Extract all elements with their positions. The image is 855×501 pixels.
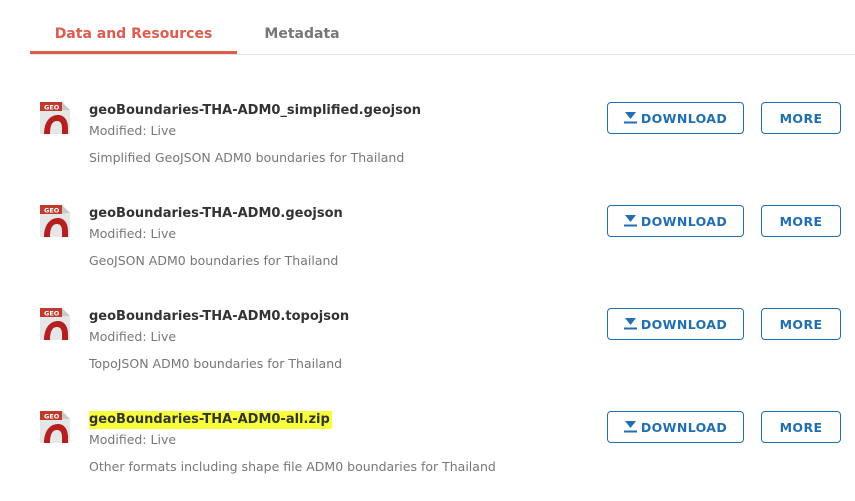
resource-description: Simplified GeoJSON ADM0 boundaries for T… <box>89 150 405 165</box>
download-button[interactable]: DOWNLOAD <box>607 102 744 134</box>
more-button[interactable]: MORE <box>761 102 841 134</box>
resource-modified: Modified: Live <box>89 329 177 344</box>
download-icon <box>623 215 637 227</box>
download-icon <box>623 421 637 433</box>
geo-icon-label: GEO <box>44 310 60 318</box>
geo-file-icon: GEO <box>40 102 70 134</box>
resource-modified: Modified: Live <box>89 123 177 138</box>
resource-description: TopoJSON ADM0 boundaries for Thailand <box>89 356 343 371</box>
geo-icon-label: GEO <box>44 413 60 421</box>
download-button[interactable]: DOWNLOAD <box>607 205 744 237</box>
tab-metadata[interactable]: Metadata <box>237 0 367 54</box>
resource-modified: Modified: Live <box>89 226 177 241</box>
more-label: MORE <box>779 110 823 126</box>
download-icon <box>623 112 637 124</box>
download-label: DOWNLOAD <box>640 316 728 332</box>
resource-item: GEO geoBoundaries-THA-ADM0.geojson Modif… <box>0 205 855 295</box>
more-label: MORE <box>779 419 823 435</box>
resource-description: Other formats including shape file ADM0 … <box>89 459 496 474</box>
geo-icon-label: GEO <box>44 104 60 112</box>
download-label: DOWNLOAD <box>640 110 728 126</box>
more-button[interactable]: MORE <box>761 308 841 340</box>
geo-file-icon: GEO <box>40 308 70 340</box>
download-icon <box>623 318 637 330</box>
resource-tabs: Data and Resources Metadata <box>30 0 855 55</box>
download-button[interactable]: DOWNLOAD <box>607 308 744 340</box>
resource-title-link[interactable]: geoBoundaries-THA-ADM0.geojson <box>89 205 345 223</box>
resource-modified: Modified: Live <box>89 432 177 447</box>
resource-title-link[interactable]: geoBoundaries-THA-ADM0_simplified.geojso… <box>89 102 423 120</box>
more-label: MORE <box>779 316 823 332</box>
download-label: DOWNLOAD <box>640 213 728 229</box>
download-label: DOWNLOAD <box>640 419 728 435</box>
resource-item: GEO geoBoundaries-THA-ADM0.topojson Modi… <box>0 308 855 398</box>
geo-icon-label: GEO <box>44 207 60 215</box>
resource-item: GEO geoBoundaries-THA-ADM0-all.zip Modif… <box>0 411 855 501</box>
more-label: MORE <box>779 213 823 229</box>
geo-file-icon: GEO <box>40 411 70 443</box>
resource-title-link[interactable]: geoBoundaries-THA-ADM0.topojson <box>89 308 351 326</box>
geo-file-icon: GEO <box>40 205 70 237</box>
tab-data-and-resources[interactable]: Data and Resources <box>30 0 237 54</box>
more-button[interactable]: MORE <box>761 205 841 237</box>
resource-title-link[interactable]: geoBoundaries-THA-ADM0-all.zip <box>89 411 332 429</box>
download-button[interactable]: DOWNLOAD <box>607 411 744 443</box>
resource-description: GeoJSON ADM0 boundaries for Thailand <box>89 253 339 268</box>
more-button[interactable]: MORE <box>761 411 841 443</box>
resource-item: GEO geoBoundaries-THA-ADM0_simplified.ge… <box>0 102 855 192</box>
